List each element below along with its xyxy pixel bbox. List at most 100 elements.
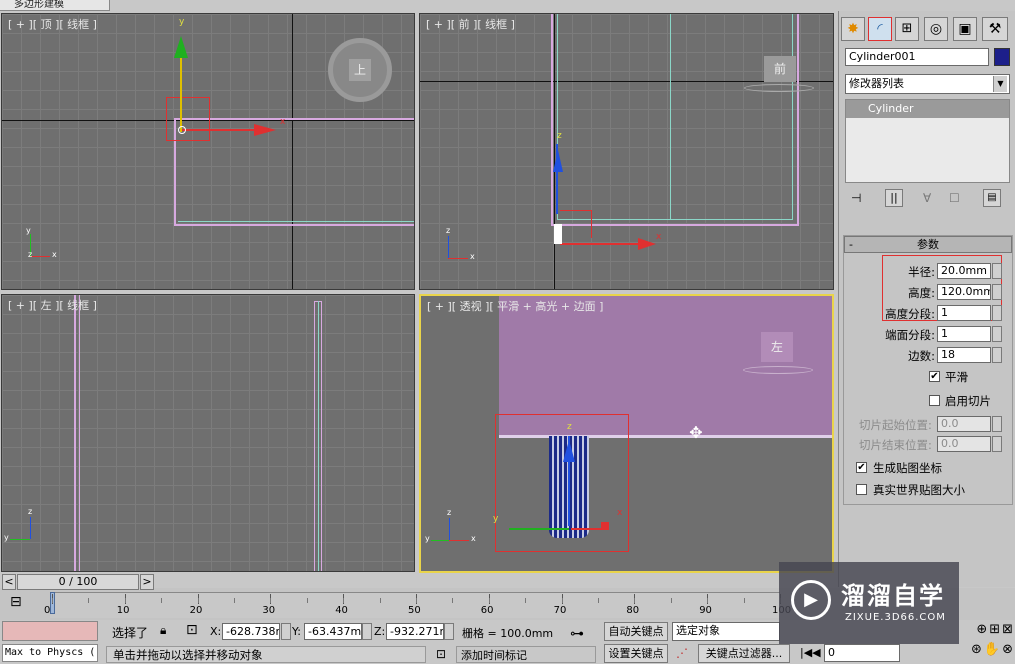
z-spinner[interactable]	[444, 623, 454, 640]
mini-axis-y: y	[4, 533, 9, 542]
gizmo-z-label: z	[557, 131, 562, 141]
smooth-checkbox[interactable]: ✔	[929, 371, 940, 382]
timeline-tick-label: 30	[262, 605, 276, 616]
viewport-label-top[interactable]: [ + ][ 顶 ][ 线框 ]	[8, 16, 97, 32]
modifier-list-dropdown[interactable]: 修改器列表 ▼	[845, 74, 1010, 94]
slice-to-field[interactable]: 0.0	[937, 436, 991, 452]
param-field-3[interactable]: 1	[937, 326, 991, 342]
timeline-tick-label: 70	[553, 605, 567, 616]
mini-axis-z: z	[28, 250, 33, 259]
viewport-label-perspective[interactable]: [ + ][ 透视 ][ 平滑 + 高光 + 边面 ]	[427, 298, 603, 314]
timeline-minor-tick	[670, 598, 672, 603]
x-coordinate-field[interactable]: -628.738m	[222, 623, 280, 640]
smooth-label: 平滑	[945, 370, 968, 384]
rollout-header[interactable]: - 参数	[844, 236, 1012, 253]
viewcube-persp[interactable]: 左	[761, 332, 793, 362]
selected-object-dropdown[interactable]: 选定对象	[672, 622, 780, 641]
param-label-2: 高度分段:	[885, 307, 935, 321]
param-field-0[interactable]: 20.0mm	[937, 263, 991, 279]
auto-key-button[interactable]: 自动关键点	[604, 622, 668, 641]
goto-start-icon[interactable]: |◀◀	[800, 646, 821, 659]
viewport-label-front[interactable]: [ + ][ 前 ][ 线框 ]	[426, 16, 515, 32]
mini-axis-z: z	[28, 507, 33, 516]
time-tag-icon[interactable]: ⊡	[436, 647, 446, 661]
time-slider[interactable]: 0 / 100	[17, 574, 139, 590]
y-coordinate-field[interactable]: -63.437mm	[304, 623, 362, 640]
create-tab[interactable]: ✸	[841, 17, 865, 41]
modify-tab[interactable]: ◜	[868, 17, 892, 41]
timeline-minor-tick	[52, 598, 53, 603]
viewport-label-left[interactable]: [ + ][ 左 ][ 线框 ]	[8, 297, 97, 313]
param-spinner-1[interactable]	[992, 284, 1002, 300]
param-field-2[interactable]: 1	[937, 305, 991, 321]
param-spinner-3[interactable]	[992, 326, 1002, 342]
timeline-minor-tick	[452, 598, 454, 603]
pin-stack-icon[interactable]: ⊣	[851, 191, 861, 205]
set-key-button[interactable]: 设置关键点	[604, 644, 668, 663]
gen-map-coords-checkbox[interactable]: ✔	[856, 462, 867, 473]
selection-bracket	[495, 414, 629, 552]
viewcube-top[interactable]: 上	[328, 38, 392, 102]
slice-from-label: 切片起始位置:	[859, 418, 932, 432]
mini-axis-y: y	[26, 226, 31, 235]
gizmo-y-label: y	[493, 514, 499, 524]
viewcube-front[interactable]: 前	[764, 56, 796, 82]
timeline-minor-tick	[343, 598, 345, 603]
stack-item[interactable]: Cylinder	[846, 100, 1009, 118]
display-tab[interactable]: ▣	[953, 17, 977, 41]
x-spinner[interactable]	[281, 623, 291, 640]
modifier-stack[interactable]: Cylinder	[845, 99, 1010, 183]
hierarchy-tab[interactable]: ⊞	[895, 17, 919, 41]
object-color-swatch[interactable]	[994, 48, 1010, 66]
param-label-3: 端面分段:	[885, 328, 935, 342]
key-mode-icon[interactable]: ⊶	[570, 626, 584, 642]
timeline-minor-tick	[598, 598, 599, 603]
time-prev-button[interactable]: <	[2, 574, 16, 590]
param-spinner-0[interactable]	[992, 263, 1002, 279]
param-label-1: 高度:	[908, 286, 935, 300]
object-name-field[interactable]: Cylinder001	[845, 48, 989, 66]
utilities-tab[interactable]: ⚒	[982, 17, 1008, 41]
gizmo-x-label: x	[617, 508, 623, 518]
maxscript-mini-output[interactable]: Max to Physcs (	[2, 644, 98, 662]
absolute-mode-icon[interactable]: ⊡	[186, 622, 198, 638]
param-spinner-2[interactable]	[992, 305, 1002, 321]
add-time-tag[interactable]: 添加时间标记	[456, 646, 596, 663]
mini-axis-x: x	[470, 252, 475, 261]
param-label-4: 边数:	[908, 349, 935, 363]
viewport-left[interactable]: z y [ + ][ 左 ][ 线框 ]	[1, 294, 415, 572]
play-logo-icon: ▶	[791, 580, 831, 620]
y-spinner[interactable]	[362, 623, 372, 640]
mini-axis-y: y	[425, 534, 430, 543]
lock-icon[interactable]: 🔒︎	[160, 623, 166, 638]
slice-to-spinner[interactable]	[992, 436, 1002, 452]
time-next-button[interactable]: >	[140, 574, 154, 590]
slice-on-checkbox[interactable]	[929, 395, 940, 406]
real-world-map-checkbox[interactable]	[856, 484, 867, 495]
param-label-0: 半径:	[908, 265, 935, 279]
grid-size: 栅格 = 100.0mm	[462, 627, 554, 640]
modify-arc-icon: ◜	[877, 21, 883, 37]
param-spinner-4[interactable]	[992, 347, 1002, 363]
make-unique-icon[interactable]: ∀	[923, 191, 931, 205]
remove-modifier-icon[interactable]: ☐	[949, 191, 960, 205]
key-tangent-icon[interactable]: ⋰	[676, 646, 688, 660]
slice-to-label: 切片结束位置:	[859, 438, 932, 452]
show-end-result-button[interactable]: ||	[885, 189, 903, 207]
z-coordinate-field[interactable]: -932.271m	[386, 623, 444, 640]
slice-from-field[interactable]: 0.0	[937, 416, 991, 432]
maxscript-listener[interactable]	[2, 621, 98, 641]
configure-sets-button[interactable]: ▤	[983, 189, 1001, 207]
slice-from-spinner[interactable]	[992, 416, 1002, 432]
motion-tab[interactable]: ◎	[924, 17, 948, 41]
viewport-front[interactable]: z x 前 z x [ + ][ 前 ][ 线框 ]	[419, 13, 834, 290]
key-filters-button[interactable]: 关键点过滤器...	[698, 644, 790, 663]
mini-axis-z: z	[446, 226, 451, 235]
param-field-1[interactable]: 120.0mm	[937, 284, 991, 300]
viewport-top[interactable]: y x 上 y z x [ + ][ 顶 ][ 线框 ]	[1, 13, 415, 290]
param-field-4[interactable]: 18	[937, 347, 991, 363]
track-bar-icon[interactable]: ⊟	[10, 594, 22, 610]
viewport-perspective[interactable]: 左 z y x ✥ z x y [ + ][ 透视 ][ 平滑 + 高光 + 边…	[419, 294, 834, 573]
document-tab[interactable]: 多边形建模	[0, 0, 110, 11]
current-frame-field[interactable]: 0	[824, 644, 900, 662]
